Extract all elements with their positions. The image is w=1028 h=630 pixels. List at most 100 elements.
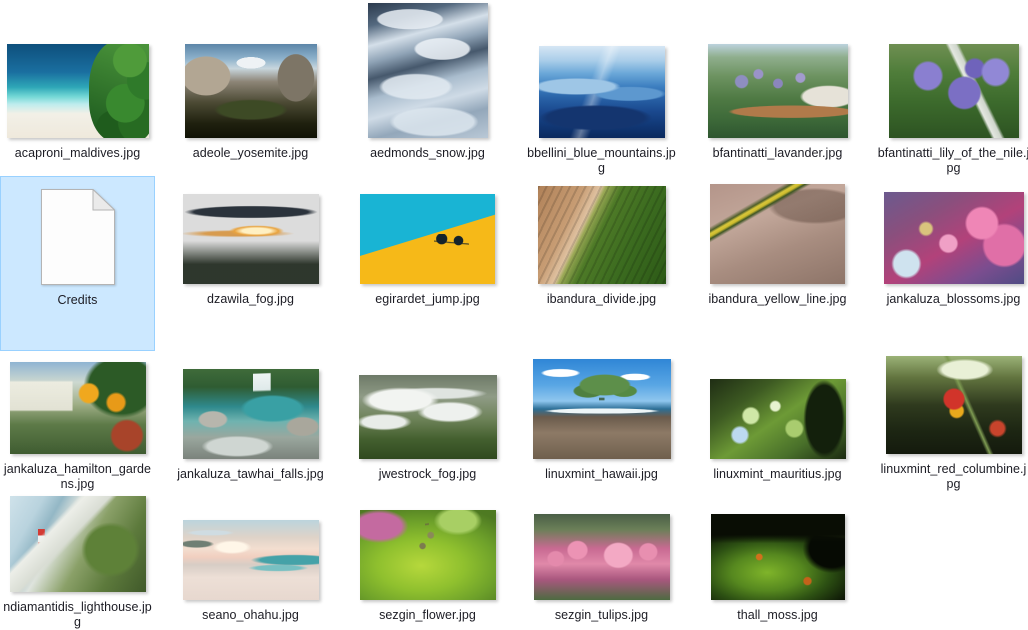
- file-item[interactable]: jankaluza_hamilton_gardens.jpg: [0, 351, 155, 492]
- file-item[interactable]: ndiamantidis_lighthouse.jpg: [0, 492, 155, 624]
- image-thumbnail: [183, 520, 319, 600]
- thumbnail-container: [180, 34, 322, 138]
- thumbnail-container: [531, 180, 673, 284]
- thumbnail-container: [707, 496, 849, 600]
- thumbnail-container: [357, 180, 499, 284]
- file-name-label: linuxmint_red_columbine.jpg: [878, 462, 1028, 492]
- thumbnail-container: [531, 496, 673, 600]
- file-item[interactable]: jankaluza_blossoms.jpg: [876, 176, 1028, 351]
- file-item[interactable]: adeole_yosemite.jpg: [173, 30, 328, 176]
- file-name-label: thall_moss.jpg: [702, 608, 854, 623]
- thumbnail-artwork: [886, 356, 1022, 454]
- file-item[interactable]: linuxmint_hawaii.jpg: [524, 351, 679, 492]
- thumbnail-artwork: [360, 510, 496, 600]
- file-name-label: acaproni_maldives.jpg: [2, 146, 154, 161]
- image-thumbnail: [533, 359, 671, 459]
- thumbnail-artwork: [533, 359, 671, 459]
- file-item[interactable]: dzawila_fog.jpg: [173, 176, 328, 351]
- file-name-label: jankaluza_tawhai_falls.jpg: [175, 467, 327, 482]
- thumbnail-artwork: [711, 514, 845, 600]
- file-name-label: sezgin_tulips.jpg: [526, 608, 678, 623]
- thumbnail-container: [531, 34, 673, 138]
- image-thumbnail: [10, 362, 146, 454]
- thumbnail-artwork: [710, 184, 845, 284]
- file-name-label: egirardet_jump.jpg: [352, 292, 504, 307]
- thumbnail-container: [707, 34, 849, 138]
- thumbnail-artwork: [368, 3, 488, 138]
- file-name-label: linuxmint_mauritius.jpg: [702, 467, 854, 482]
- thumbnail-container: [883, 34, 1025, 138]
- image-thumbnail: [359, 375, 497, 459]
- image-thumbnail: [886, 356, 1022, 454]
- file-name-label: adeole_yosemite.jpg: [175, 146, 327, 161]
- thumbnail-container: [357, 34, 499, 138]
- thumbnail-artwork: [10, 496, 146, 592]
- file-grid[interactable]: acaproni_maldives.jpg adeole_yosemite.jpg…: [0, 0, 1028, 624]
- file-item[interactable]: sezgin_flower.jpg: [350, 492, 505, 624]
- thumbnail-artwork: [359, 375, 497, 459]
- image-thumbnail: [534, 514, 670, 600]
- file-item[interactable]: bfantinatti_lavander.jpg: [700, 30, 855, 176]
- image-thumbnail: [708, 44, 848, 138]
- image-thumbnail: [710, 184, 845, 284]
- file-item[interactable]: Credits: [0, 176, 155, 351]
- thumbnail-container: [7, 34, 149, 138]
- file-item[interactable]: bbellini_blue_mountains.jpg: [524, 30, 679, 176]
- file-item[interactable]: sezgin_tulips.jpg: [524, 492, 679, 624]
- image-thumbnail: [10, 496, 146, 592]
- thumbnail-artwork: [183, 520, 319, 600]
- thumbnail-container: [883, 180, 1025, 284]
- thumbnail-container: [883, 355, 1025, 454]
- file-item[interactable]: bfantinatti_lily_of_the_nile.jpg: [876, 30, 1028, 176]
- thumbnail-container: [531, 355, 673, 459]
- thumbnail-artwork: [183, 194, 319, 284]
- image-thumbnail: [711, 514, 845, 600]
- thumbnail-artwork: [10, 362, 146, 454]
- image-thumbnail: [360, 194, 495, 284]
- image-thumbnail: [884, 192, 1024, 284]
- file-item[interactable]: egirardet_jump.jpg: [350, 176, 505, 351]
- thumbnail-artwork: [539, 46, 665, 138]
- thumbnail-artwork: [360, 194, 495, 284]
- file-name-label: bfantinatti_lily_of_the_nile.jpg: [878, 146, 1028, 176]
- thumbnail-container: [180, 355, 322, 459]
- file-item[interactable]: aedmonds_snow.jpg: [350, 30, 505, 176]
- file-name-label: bbellini_blue_mountains.jpg: [526, 146, 678, 176]
- file-name-label: dzawila_fog.jpg: [175, 292, 327, 307]
- file-item[interactable]: linuxmint_red_columbine.jpg: [876, 351, 1028, 492]
- thumbnail-container: [180, 496, 322, 600]
- file-item[interactable]: jwestrock_fog.jpg: [350, 351, 505, 492]
- thumbnail-artwork: [889, 44, 1019, 138]
- file-name-label: Credits: [2, 293, 154, 308]
- thumbnail-container: [180, 180, 322, 284]
- file-item[interactable]: ibandura_yellow_line.jpg: [700, 176, 855, 351]
- thumbnail-container: [7, 181, 149, 285]
- image-thumbnail: [360, 510, 496, 600]
- thumbnail-container: [707, 355, 849, 459]
- image-thumbnail: [368, 3, 488, 138]
- file-item[interactable]: linuxmint_mauritius.jpg: [700, 351, 855, 492]
- file-name-label: aedmonds_snow.jpg: [352, 146, 504, 161]
- image-thumbnail: [185, 44, 317, 138]
- file-item[interactable]: acaproni_maldives.jpg: [0, 30, 155, 176]
- image-thumbnail: [7, 44, 149, 138]
- thumbnail-artwork: [884, 192, 1024, 284]
- thumbnail-container: [7, 496, 149, 592]
- file-name-label: linuxmint_hawaii.jpg: [526, 467, 678, 482]
- thumbnail-artwork: [7, 44, 149, 138]
- image-thumbnail: [183, 194, 319, 284]
- file-name-label: ibandura_yellow_line.jpg: [702, 292, 854, 307]
- file-item[interactable]: ibandura_divide.jpg: [524, 176, 679, 351]
- file-name-label: bfantinatti_lavander.jpg: [702, 146, 854, 161]
- text-file-icon: [41, 189, 115, 285]
- thumbnail-artwork: [708, 44, 848, 138]
- file-name-label: ndiamantidis_lighthouse.jpg: [2, 600, 154, 630]
- image-thumbnail: [538, 186, 666, 284]
- file-item[interactable]: jankaluza_tawhai_falls.jpg: [173, 351, 328, 492]
- image-thumbnail: [183, 369, 319, 459]
- file-item[interactable]: thall_moss.jpg: [700, 492, 855, 624]
- file-item[interactable]: seano_ohahu.jpg: [173, 492, 328, 624]
- file-name-label: sezgin_flower.jpg: [352, 608, 504, 623]
- thumbnail-container: [707, 180, 849, 284]
- thumbnail-container: [7, 355, 149, 454]
